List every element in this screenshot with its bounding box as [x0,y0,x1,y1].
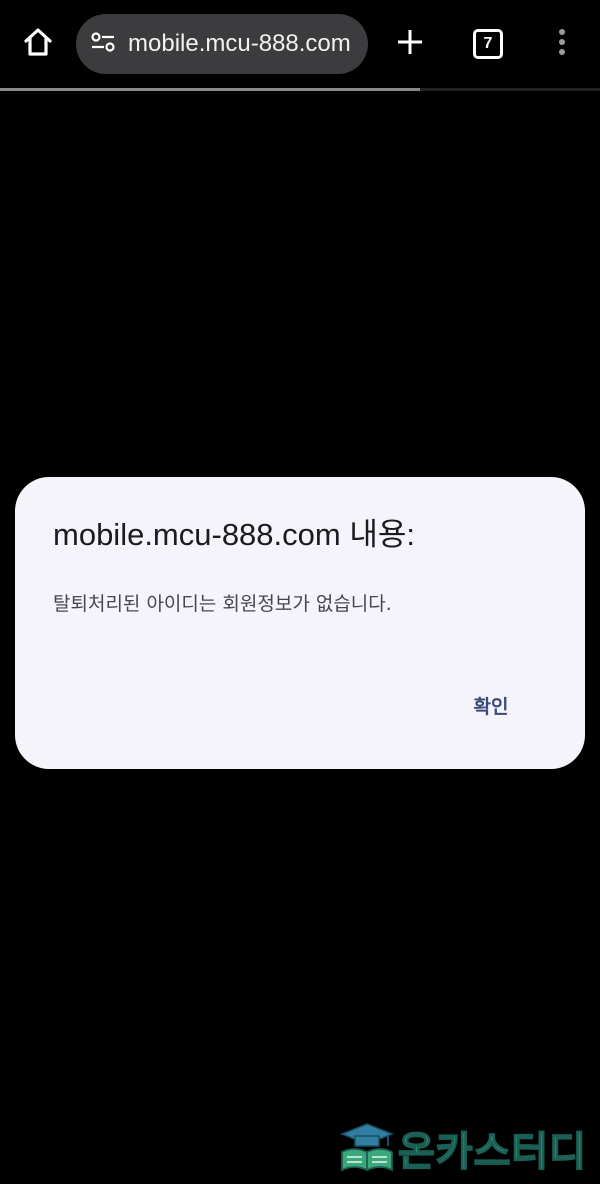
dialog-message: 탈퇴처리된 아이디는 회원정보가 없습니다. [53,593,392,615]
more-vert-icon [558,28,566,60]
dialog-title: mobile.mcu-888.com 내용: [53,517,415,552]
tab-switcher-icon: 7 [473,29,503,59]
alert-dialog: mobile.mcu-888.com 내용: 탈퇴처리된 아이디는 회원정보가 … [15,477,585,769]
browser-window: mobile.mcu-888.com 7 mobile.mcu-888.com … [0,0,600,1184]
watermark-text: 온카스터디 [397,1128,587,1176]
plus-icon [396,28,424,60]
page-load-progress [0,88,600,91]
watermark-logo: 온카스터디 [338,1120,594,1176]
browser-toolbar: mobile.mcu-888.com 7 [0,0,600,88]
tab-count: 7 [483,35,493,52]
confirm-button[interactable]: 확인 [455,681,527,729]
new-tab-button[interactable] [384,18,436,70]
menu-button[interactable] [536,18,588,70]
page-load-progress-fill [0,88,420,91]
site-settings-button[interactable] [78,14,128,74]
url-text[interactable]: mobile.mcu-888.com [128,30,361,58]
tune-icon [90,31,116,57]
home-button[interactable] [12,18,64,70]
home-icon [22,26,54,62]
address-bar[interactable]: mobile.mcu-888.com [76,14,368,74]
graduation-book-icon [338,1122,396,1174]
tab-switcher-button[interactable]: 7 [462,18,514,70]
